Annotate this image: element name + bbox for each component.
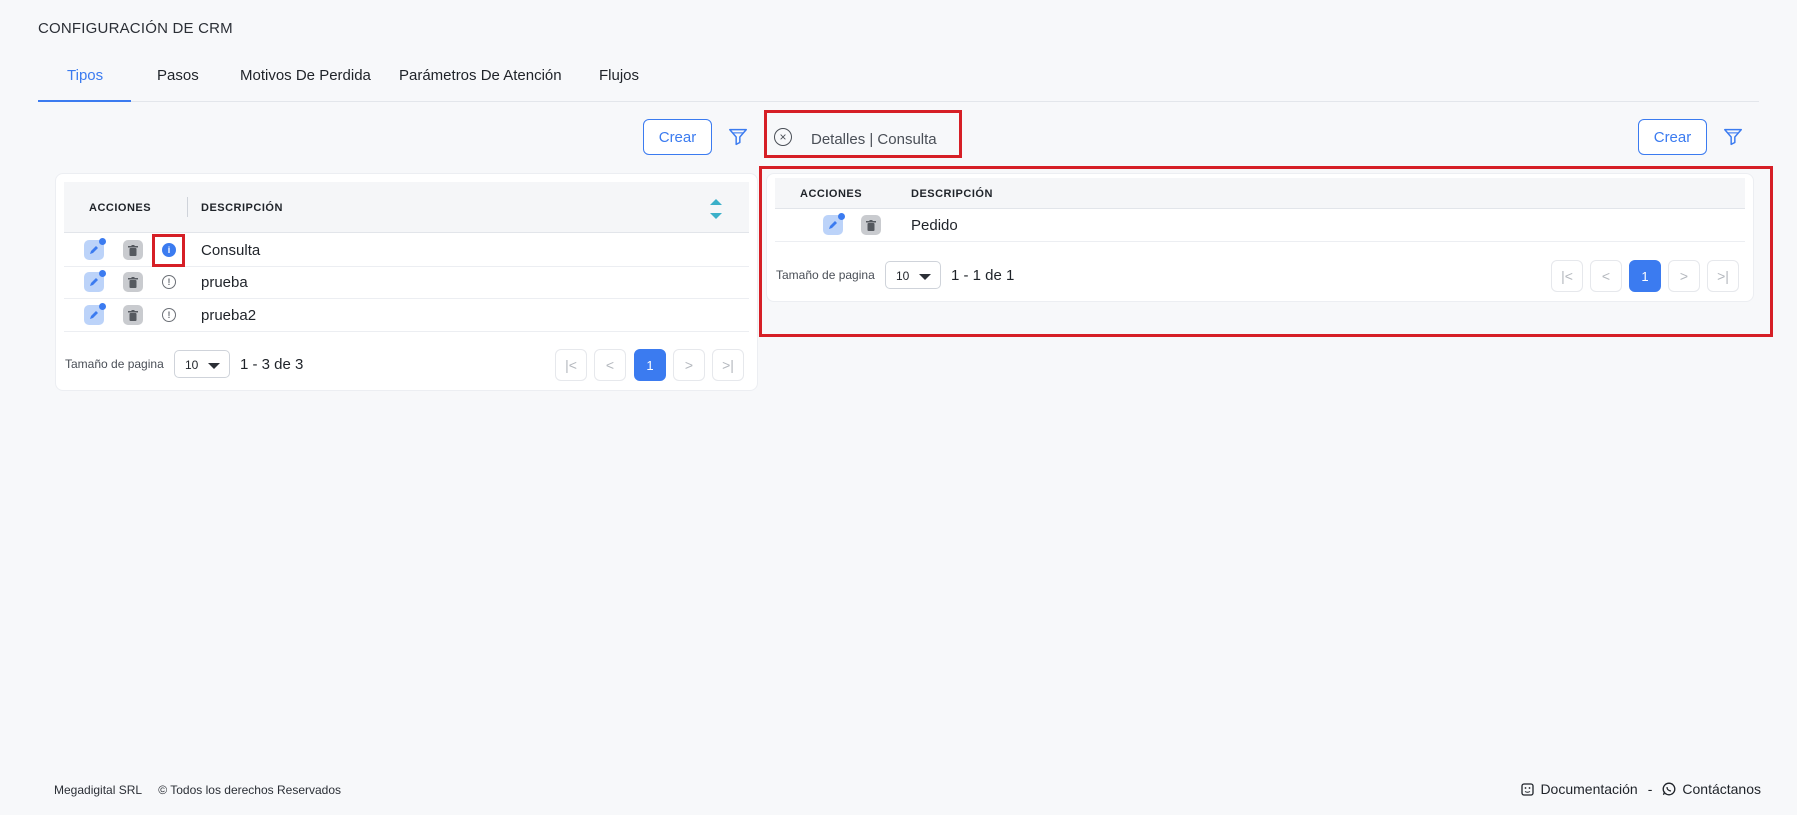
page-title: CONFIGURACIÓN DE CRM [38, 20, 233, 37]
prev-page-button[interactable]: < [1590, 260, 1622, 292]
footer-separator: - [1647, 781, 1653, 797]
table-row: Pedido [775, 209, 1745, 242]
footer-left: Megadigital SRL © Todos los derechos Res… [54, 783, 341, 797]
pencil-icon [90, 246, 98, 254]
column-header-actions: ACCIONES [89, 202, 152, 214]
table-row: ! prueba [64, 266, 749, 299]
last-page-button[interactable]: >| [1707, 260, 1739, 292]
column-header-description: DESCRIPCIÓN [201, 202, 283, 214]
chevron-right-icon: > [684, 357, 694, 373]
detail-title: Detalles | Consulta [811, 131, 937, 148]
column-divider [187, 197, 188, 217]
edit-button[interactable] [84, 270, 106, 292]
next-page-button[interactable]: > [1668, 260, 1700, 292]
page-size-label: Tamaño de pagina [776, 268, 875, 282]
details-info-icon[interactable]: ! [162, 308, 176, 322]
document-icon [1521, 782, 1535, 796]
contact-link[interactable]: Contáctanos [1682, 781, 1761, 797]
trash-icon [128, 276, 138, 288]
tab-flujos[interactable]: Flujos [599, 67, 639, 84]
table-row: i Consulta [64, 234, 749, 267]
tab-tipos[interactable]: Tipos [67, 67, 103, 84]
page-range: 1 - 1 de 1 [951, 267, 1015, 284]
detail-create-button[interactable]: Crear [1638, 119, 1707, 155]
details-info-icon[interactable]: i [162, 243, 176, 257]
last-page-button[interactable]: >| [712, 349, 744, 381]
current-page-button[interactable]: 1 [1629, 260, 1661, 292]
next-page-button[interactable]: > [673, 349, 705, 381]
pencil-icon [829, 221, 837, 229]
tab-parametros-de-atencion[interactable]: Parámetros De Atención [399, 67, 562, 84]
page-size-select[interactable]: 10 [174, 350, 230, 378]
close-icon[interactable]: × [774, 128, 792, 146]
row-description: prueba [201, 274, 248, 291]
sort-icon[interactable] [709, 195, 723, 223]
first-page-button[interactable]: |< [1551, 260, 1583, 292]
delete-button[interactable] [861, 215, 881, 235]
table-row: ! prueba2 [64, 298, 749, 332]
footer-rights: © Todos los derechos Reservados [158, 783, 342, 797]
tab-motivos-de-perdida[interactable]: Motivos De Perdida [240, 67, 371, 84]
chevron-left-icon: < [605, 357, 615, 373]
edit-indicator [99, 238, 106, 245]
trash-icon [128, 244, 138, 256]
page-size-select[interactable]: 10 [885, 261, 941, 289]
chevron-right-icon: > [1679, 268, 1689, 284]
whatsapp-icon [1662, 782, 1676, 796]
documentation-link[interactable]: Documentación [1540, 781, 1637, 797]
last-page-icon: >| [722, 357, 734, 373]
chevron-down-icon [208, 363, 220, 369]
column-header-actions: ACCIONES [800, 188, 863, 200]
page-range: 1 - 3 de 3 [240, 356, 304, 373]
chevron-down-icon [919, 274, 931, 280]
row-description: Pedido [911, 217, 958, 234]
trash-icon [866, 219, 876, 231]
edit-indicator [838, 213, 845, 220]
tab-bar: Tipos Pasos Motivos De Perdida Parámetro… [38, 58, 1759, 102]
edit-button[interactable] [84, 238, 106, 260]
first-page-icon: |< [1561, 268, 1573, 284]
filter-icon[interactable] [727, 126, 749, 148]
edit-indicator [99, 303, 106, 310]
last-page-icon: >| [1717, 268, 1729, 284]
first-page-icon: |< [565, 357, 577, 373]
detail-table-card: ACCIONES DESCRIPCIÓN Pedido Tamaño de pa… [766, 173, 1754, 302]
edit-button[interactable] [84, 303, 106, 325]
active-tab-indicator [38, 100, 131, 102]
page-size-value: 10 [185, 358, 199, 372]
pencil-icon [90, 278, 98, 286]
footer-company: Megadigital SRL [54, 783, 142, 797]
tab-pasos[interactable]: Pasos [157, 67, 199, 84]
first-page-button[interactable]: |< [555, 349, 587, 381]
types-table-card: ACCIONES DESCRIPCIÓN i Consulta ! prueba [55, 173, 758, 391]
chevron-left-icon: < [1601, 268, 1611, 284]
page-size-value: 10 [896, 269, 910, 283]
pencil-icon [90, 311, 98, 319]
trash-icon [128, 309, 138, 321]
delete-button[interactable] [123, 272, 143, 292]
edit-indicator [99, 270, 106, 277]
delete-button[interactable] [123, 240, 143, 260]
delete-button[interactable] [123, 305, 143, 325]
edit-button[interactable] [823, 213, 845, 235]
footer-links: Documentación - Contáctanos [1521, 781, 1761, 797]
column-header-description: DESCRIPCIÓN [911, 188, 993, 200]
table-header: ACCIONES DESCRIPCIÓN [64, 182, 749, 233]
details-info-icon[interactable]: ! [162, 275, 176, 289]
table-header: ACCIONES DESCRIPCIÓN [775, 178, 1745, 209]
page-size-label: Tamaño de pagina [65, 357, 164, 371]
filter-icon[interactable] [1722, 126, 1744, 148]
prev-page-button[interactable]: < [594, 349, 626, 381]
row-description: prueba2 [201, 307, 257, 324]
create-button[interactable]: Crear [643, 119, 712, 155]
current-page-button[interactable]: 1 [634, 349, 666, 381]
row-description: Consulta [201, 242, 261, 259]
